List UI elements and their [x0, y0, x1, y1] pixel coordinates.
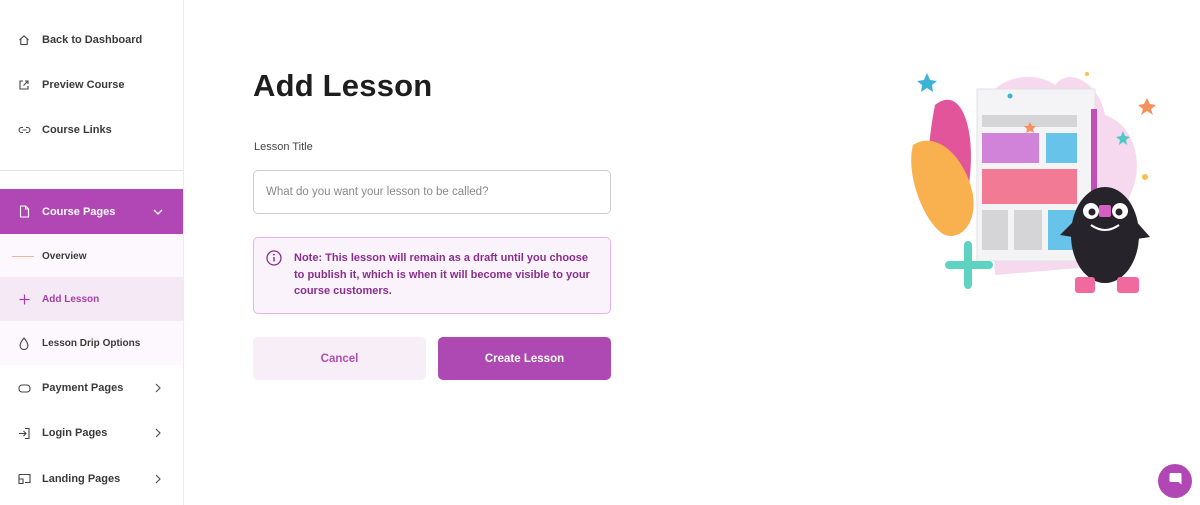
sidebar-item-label: Payment Pages: [42, 382, 124, 394]
chevron-right-icon: [153, 428, 163, 438]
sidebar-subitem-lesson-drip-options[interactable]: Lesson Drip Options: [0, 321, 183, 365]
sidebar-subitem-label: Add Lesson: [42, 293, 100, 305]
chevron-down-icon: [153, 209, 163, 215]
sidebar-divider: [0, 170, 183, 171]
sidebar-subitem-label: Lesson Drip Options: [42, 337, 141, 349]
sidebar-subitem-label: Overview: [42, 250, 87, 262]
info-icon: [266, 250, 282, 266]
sidebar: Back to Dashboard Preview Course Course …: [0, 0, 184, 505]
sidebar-item-landing-pages[interactable]: Landing Pages: [0, 457, 183, 501]
sidebar-item-payment-pages[interactable]: Payment Pages: [0, 366, 183, 410]
lesson-title-input[interactable]: [253, 170, 611, 214]
sidebar-item-course-pages[interactable]: Course Pages: [0, 189, 183, 234]
draft-note-text: Note: This lesson will remain as a draft…: [294, 252, 590, 297]
sidebar-item-back-to-dashboard[interactable]: Back to Dashboard: [0, 18, 183, 62]
external-link-icon: [17, 78, 31, 92]
cancel-button[interactable]: Cancel: [253, 337, 426, 380]
tag-icon: [17, 381, 31, 395]
sidebar-item-label: Login Pages: [42, 427, 108, 439]
chevron-right-icon: [153, 474, 163, 484]
plus-icon: [17, 292, 31, 306]
sidebar-item-label: Preview Course: [42, 79, 125, 91]
sidebar-item-preview-course[interactable]: Preview Course: [0, 63, 183, 107]
link-icon: [17, 123, 31, 137]
chat-launcher-button[interactable]: [1158, 464, 1192, 498]
draft-note: Note: This lesson will remain as a draft…: [253, 237, 611, 314]
sidebar-subitem-add-lesson[interactable]: Add Lesson: [0, 277, 183, 321]
lesson-illustration: [911, 72, 1156, 293]
sidebar-item-course-links[interactable]: Course Links: [0, 108, 183, 152]
sidebar-item-label: Course Links: [42, 124, 112, 136]
sidebar-item-login-pages[interactable]: Login Pages: [0, 411, 183, 455]
page-title: Add Lesson: [253, 68, 433, 103]
chevron-right-icon: [153, 383, 163, 393]
landing-icon: [17, 472, 31, 486]
home-icon: [17, 33, 31, 47]
sidebar-item-label: Course Pages: [42, 205, 116, 218]
page-icon: [17, 205, 31, 219]
chat-icon: [1168, 471, 1183, 491]
sidebar-item-label: Landing Pages: [42, 473, 121, 485]
lesson-title-label: Lesson Title: [254, 141, 313, 153]
login-icon: [17, 426, 31, 440]
sidebar-item-label: Back to Dashboard: [42, 34, 143, 46]
sidebar-subitem-overview[interactable]: Overview: [0, 234, 183, 278]
create-lesson-button[interactable]: Create Lesson: [438, 337, 611, 380]
drop-icon: [17, 336, 31, 350]
overview-line-icon: [12, 255, 34, 257]
